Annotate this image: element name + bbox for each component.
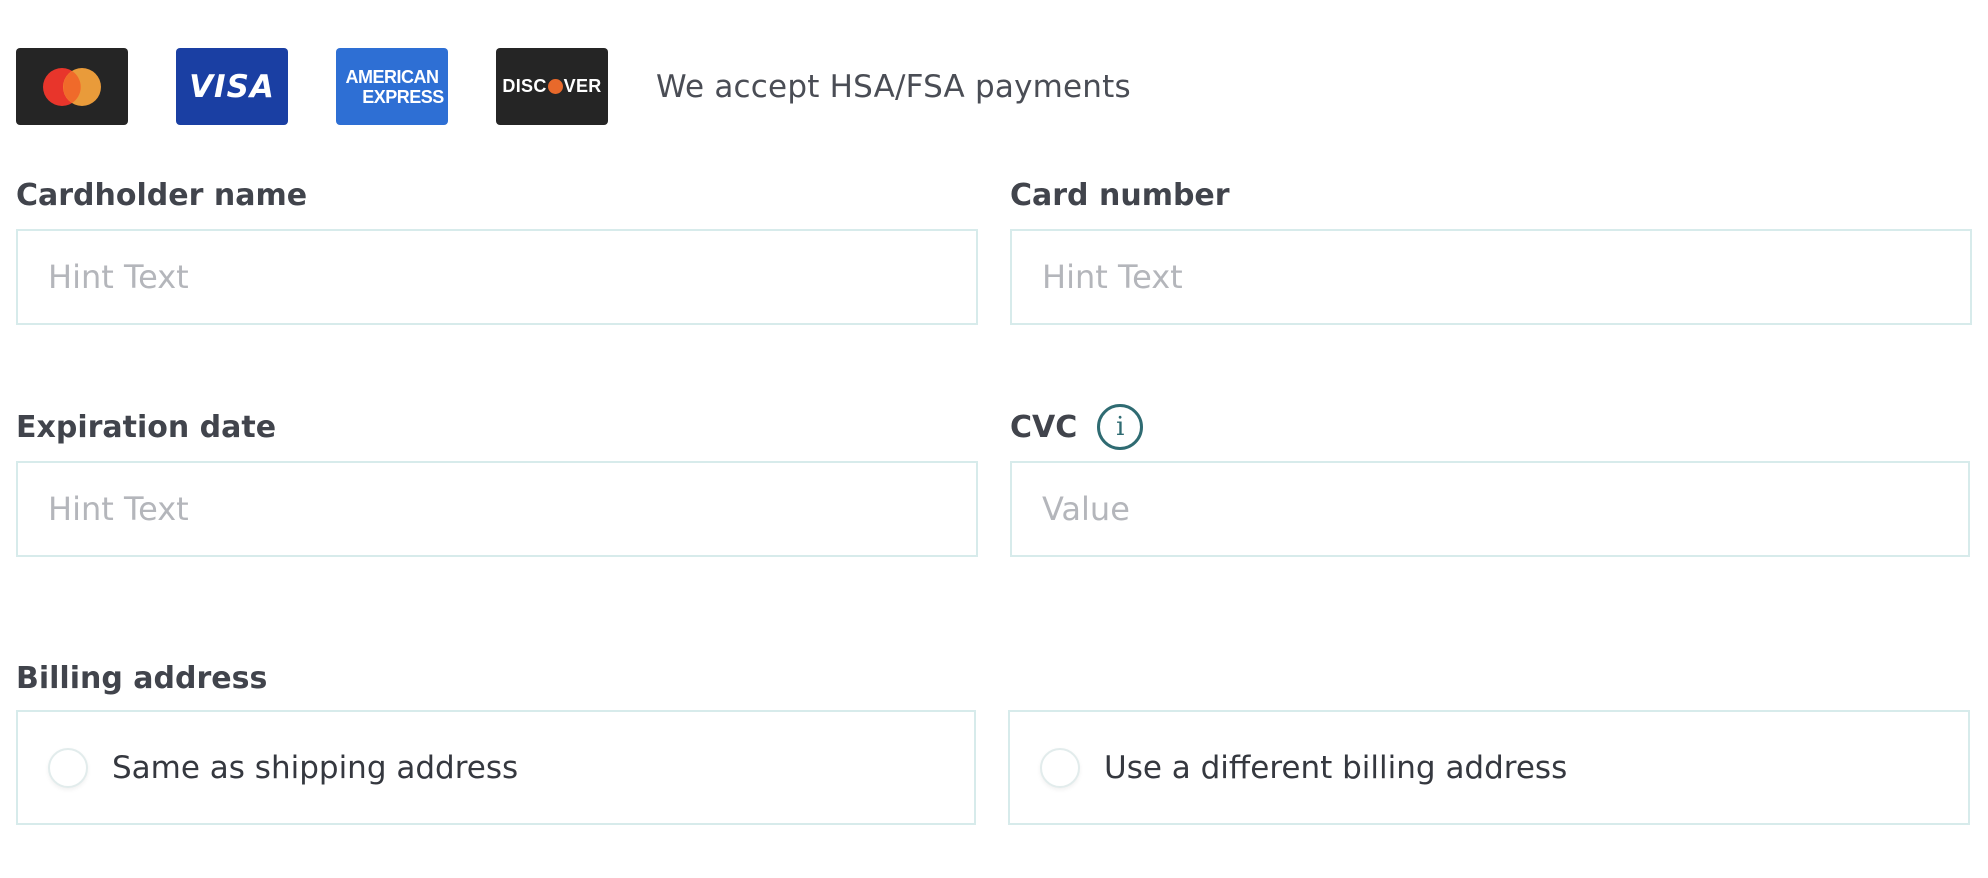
hsa-fsa-notice: We accept HSA/FSA payments <box>656 68 1131 105</box>
expiration-date-label: Expiration date <box>16 410 276 445</box>
discover-logo-icon: DISC VER <box>496 48 608 125</box>
card-number-label-text: Card number <box>1010 178 1230 213</box>
radio-button[interactable] <box>48 747 88 788</box>
cardholder-name-input[interactable] <box>16 229 978 325</box>
payment-logos-row: VISA AMERICAN EXPRESS DISC VER We accept… <box>16 48 1131 125</box>
cardholder-name-label-text: Cardholder name <box>16 178 308 213</box>
amex-logo-line2: EXPRESS <box>362 86 444 107</box>
cardholder-name-label: Cardholder name <box>16 178 307 213</box>
cvc-label: CVC i <box>1010 404 1144 450</box>
discover-logo-left: DISC <box>502 76 547 96</box>
cvc-input[interactable] <box>1010 461 1970 557</box>
billing-option-label: Use a different billing address <box>1104 749 1568 786</box>
expiration-date-input[interactable] <box>16 461 978 557</box>
expiration-date-label-text: Expiration date <box>16 410 277 445</box>
visa-logo-icon: VISA <box>176 48 288 125</box>
amex-logo-line1: AMERICAN <box>345 66 439 87</box>
payment-form: VISA AMERICAN EXPRESS DISC VER We accept… <box>0 0 1988 878</box>
amex-logo-icon: AMERICAN EXPRESS <box>336 48 448 125</box>
billing-address-label-text: Billing address <box>16 661 268 696</box>
discover-dot-icon <box>547 79 563 94</box>
billing-address-label: Billing address <box>16 661 267 696</box>
radio-button[interactable] <box>1040 747 1080 788</box>
billing-option-same-as-shipping[interactable]: Same as shipping address <box>16 710 976 825</box>
info-icon[interactable]: i <box>1097 404 1144 450</box>
visa-logo-text: VISA <box>189 68 275 105</box>
card-number-input[interactable] <box>1010 229 1972 325</box>
cvc-label-text: CVC <box>1010 409 1078 445</box>
card-number-label: Card number <box>1010 178 1230 213</box>
billing-option-different-address[interactable]: Use a different billing address <box>1008 710 1970 825</box>
discover-logo-right: VER <box>563 76 602 96</box>
mastercard-logo-icon <box>16 48 128 125</box>
billing-option-label: Same as shipping address <box>112 749 519 786</box>
